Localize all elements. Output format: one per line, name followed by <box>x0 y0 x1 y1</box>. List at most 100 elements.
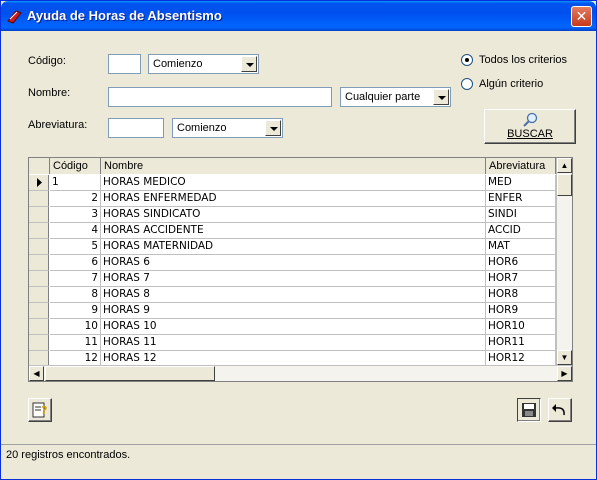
cell-abreviatura[interactable]: HOR9 <box>486 303 556 319</box>
col-header-codigo[interactable]: Código <box>50 158 101 174</box>
grid-header: Código Nombre Abreviatura <box>29 158 556 174</box>
scroll-down-icon[interactable]: ▼ <box>557 350 572 365</box>
results-grid[interactable]: Código Nombre Abreviatura 1 HORAS MEDICO M… <box>28 157 573 382</box>
buscar-label: BUSCAR <box>507 128 553 140</box>
abreviatura-mode-value: Comienzo <box>177 122 227 134</box>
app-icon <box>7 10 22 24</box>
save-button[interactable] <box>517 398 541 422</box>
nombre-mode-select[interactable]: Cualquier parte <box>340 87 451 107</box>
vertical-scroll-thumb[interactable] <box>557 174 572 196</box>
table-row[interactable]: 4 HORAS ACCIDENTE ACCID <box>29 223 556 239</box>
cell-codigo[interactable]: 5 <box>50 239 101 255</box>
floppy-disk-icon <box>522 403 536 417</box>
scroll-up-icon[interactable]: ▲ <box>557 158 572 173</box>
codigo-input[interactable] <box>108 54 141 74</box>
cell-nombre[interactable]: HORAS ENFERMEDAD <box>101 191 486 207</box>
table-row[interactable]: 2 HORAS ENFERMEDAD ENFER <box>29 191 556 207</box>
scroll-left-icon[interactable]: ◀ <box>29 366 44 381</box>
cell-nombre[interactable]: HORAS SINDICATO <box>101 207 486 223</box>
cell-nombre[interactable]: HORAS 6 <box>101 255 486 271</box>
table-row[interactable]: 5 HORAS MATERNIDAD MAT <box>29 239 556 255</box>
cell-abreviatura[interactable]: HOR8 <box>486 287 556 303</box>
cell-nombre[interactable]: HORAS 11 <box>101 335 486 351</box>
cell-codigo[interactable]: 8 <box>50 287 101 303</box>
cell-nombre[interactable]: HORAS ACCIDENTE <box>101 223 486 239</box>
cell-codigo[interactable]: 10 <box>50 319 101 335</box>
cell-nombre[interactable]: HORAS MATERNIDAD <box>101 239 486 255</box>
radio-dot-selected <box>461 54 473 66</box>
cell-nombre[interactable]: HORAS 8 <box>101 287 486 303</box>
help-document-icon: ? <box>32 402 47 418</box>
cell-abreviatura[interactable]: MED <box>486 175 556 191</box>
radio-algun-criterio[interactable]: Algún criterio <box>461 78 543 90</box>
col-header-nombre[interactable]: Nombre <box>101 158 486 174</box>
dialog-window: Ayuda de Horas de Absentismo ✕ Código: C… <box>0 0 597 480</box>
row-selector[interactable] <box>29 239 49 255</box>
abreviatura-input[interactable] <box>108 118 164 138</box>
cell-codigo[interactable]: 1 <box>50 175 101 191</box>
cell-codigo[interactable]: 11 <box>50 335 101 351</box>
nombre-label: Nombre: <box>28 87 71 99</box>
nombre-input[interactable] <box>108 87 332 107</box>
chevron-down-icon[interactable] <box>241 56 257 72</box>
row-selector[interactable] <box>29 223 49 239</box>
table-row[interactable]: 8 HORAS 8 HOR8 <box>29 287 556 303</box>
cell-abreviatura[interactable]: ACCID <box>486 223 556 239</box>
cell-codigo[interactable]: 7 <box>50 271 101 287</box>
cell-codigo[interactable]: 3 <box>50 207 101 223</box>
cell-nombre[interactable]: HORAS MEDICO <box>101 175 486 191</box>
table-row[interactable]: 10 HORAS 10 HOR10 <box>29 319 556 335</box>
cell-codigo[interactable]: 4 <box>50 223 101 239</box>
cell-abreviatura[interactable]: MAT <box>486 239 556 255</box>
horizontal-scrollbar[interactable]: ◀ ▶ <box>29 365 572 381</box>
cell-codigo[interactable]: 2 <box>50 191 101 207</box>
table-row[interactable]: 1 HORAS MEDICO MED <box>29 175 556 191</box>
cell-codigo[interactable]: 6 <box>50 255 101 271</box>
table-row[interactable]: 11 HORAS 11 HOR11 <box>29 335 556 351</box>
row-selector[interactable] <box>29 287 49 303</box>
row-selector[interactable] <box>29 207 49 223</box>
radio-algun-label: Algún criterio <box>479 78 544 90</box>
codigo-mode-select[interactable]: Comienzo <box>148 54 259 74</box>
cell-nombre[interactable]: HORAS 7 <box>101 271 486 287</box>
help-button[interactable]: ? <box>28 398 52 422</box>
magnifier-icon <box>523 112 538 127</box>
cell-abreviatura[interactable]: HOR6 <box>486 255 556 271</box>
horizontal-scroll-thumb[interactable] <box>45 366 215 381</box>
abreviatura-mode-select[interactable]: Comienzo <box>172 118 283 138</box>
current-row-indicator-icon[interactable] <box>29 175 49 191</box>
chevron-down-icon[interactable] <box>433 89 449 105</box>
codigo-label: Código: <box>28 55 66 67</box>
cell-abreviatura[interactable]: HOR7 <box>486 271 556 287</box>
radio-todos-label: Todos los criterios <box>479 54 568 66</box>
table-row[interactable]: 7 HORAS 7 HOR7 <box>29 271 556 287</box>
close-button[interactable]: ✕ <box>571 6 592 27</box>
vertical-scrollbar[interactable]: ▲ ▼ <box>556 158 572 365</box>
table-row[interactable]: 6 HORAS 6 HOR6 <box>29 255 556 271</box>
cell-nombre[interactable]: HORAS 10 <box>101 319 486 335</box>
scroll-right-icon[interactable]: ▶ <box>557 366 572 381</box>
header-corner <box>29 158 50 174</box>
row-selector[interactable] <box>29 335 49 351</box>
table-row[interactable]: 9 HORAS 9 HOR9 <box>29 303 556 319</box>
row-selector[interactable] <box>29 191 49 207</box>
status-text: 20 registros encontrados. <box>6 449 131 461</box>
abreviatura-label: Abreviatura: <box>28 119 88 131</box>
buscar-button[interactable]: BUSCAR <box>484 109 576 144</box>
cell-abreviatura[interactable]: SINDI <box>486 207 556 223</box>
row-selector[interactable] <box>29 319 49 335</box>
cell-abreviatura[interactable]: HOR11 <box>486 335 556 351</box>
col-header-abreviatura[interactable]: Abreviatura <box>486 158 556 174</box>
row-selector[interactable] <box>29 271 49 287</box>
cell-abreviatura[interactable]: HOR10 <box>486 319 556 335</box>
cell-codigo[interactable]: 9 <box>50 303 101 319</box>
cell-nombre[interactable]: HORAS 9 <box>101 303 486 319</box>
cell-abreviatura[interactable]: ENFER <box>486 191 556 207</box>
chevron-down-icon[interactable] <box>265 120 281 136</box>
row-selector[interactable] <box>29 303 49 319</box>
radio-dot <box>461 78 473 90</box>
table-row[interactable]: 3 HORAS SINDICATO SINDI <box>29 207 556 223</box>
radio-todos-criterios[interactable]: Todos los criterios <box>461 54 567 66</box>
row-selector[interactable] <box>29 255 49 271</box>
undo-button[interactable] <box>548 398 572 422</box>
